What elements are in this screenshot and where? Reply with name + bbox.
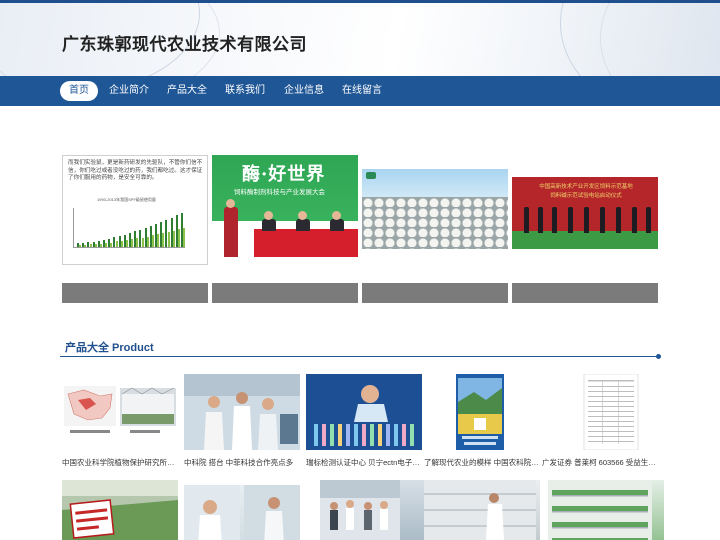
- header-decoration: [600, 3, 720, 76]
- site-header: 广东珠郭现代农业技术有限公司: [0, 0, 720, 76]
- slide-document-text: 而我们实验鼠，更是新药研发的先驱队，不管你们信不信，你们吃过或者没吃过的药，我们…: [68, 160, 203, 181]
- slide-chart-title: 1993-2013年我国SPF级鼠使用量: [97, 197, 156, 202]
- product-image[interactable]: [424, 374, 540, 450]
- product-image-report-table: [583, 374, 639, 450]
- product-image-lab-team: [184, 374, 300, 450]
- nav-item-company-info[interactable]: 企业信息: [279, 81, 329, 101]
- product-image[interactable]: [424, 480, 540, 540]
- conference-headline: 酶·好世界: [242, 164, 326, 185]
- speaker-head: [226, 199, 235, 208]
- product-image[interactable]: [184, 485, 300, 540]
- attendee-head: [298, 211, 307, 220]
- product-image[interactable]: [548, 480, 664, 540]
- chart-bar: [178, 229, 180, 247]
- gallery-image-mushrooms[interactable]: [362, 169, 508, 249]
- chart-bar: [120, 241, 123, 247]
- site-title: 广东珠郭现代农业技术有限公司: [62, 35, 307, 54]
- product-image[interactable]: [184, 374, 300, 450]
- product-caption[interactable]: 了解现代农业的模样 中国农科院34个研究所: [424, 458, 542, 468]
- slide-bar-chart: [73, 208, 186, 248]
- product-image[interactable]: [62, 374, 178, 450]
- chart-bar: [146, 237, 149, 247]
- ceremony-figure: [616, 207, 621, 233]
- chart-bar: [115, 241, 118, 247]
- ceremony-figure: [568, 207, 573, 233]
- ceremony-figure: [646, 207, 651, 233]
- chart-bar: [84, 245, 87, 247]
- attendee-figure: [296, 219, 310, 231]
- chart-bar: [105, 243, 108, 247]
- product-caption[interactable]: 中科院 搭台 中菲科技合作亮点多: [184, 458, 302, 468]
- chart-bar: [94, 244, 97, 247]
- ceremony-figure: [632, 207, 637, 233]
- speaker-figure: [224, 207, 238, 257]
- ceremony-figure: [600, 207, 605, 233]
- nav-item-message[interactable]: 在线留言: [337, 81, 387, 101]
- product-image[interactable]: [306, 374, 422, 450]
- gallery-image-ceremony[interactable]: 中国高新技术产业开发区饲料示范基地 饲料碱示范试验电站启动仪式: [512, 177, 658, 249]
- chart-bar: [183, 228, 186, 247]
- gallery-caption-bar[interactable]: [362, 283, 508, 303]
- chart-bar: [172, 231, 175, 247]
- product-image[interactable]: [62, 480, 178, 540]
- gallery-caption-bar[interactable]: [212, 283, 358, 303]
- ceremony-figure: [524, 207, 529, 233]
- product-image-test-tubes: [306, 374, 422, 450]
- chart-bar: [152, 235, 154, 247]
- nav-item-products[interactable]: 产品大全: [162, 81, 212, 101]
- chart-bar: [131, 239, 134, 247]
- product-image-map-greenhouse: [64, 386, 176, 433]
- chart-bar: [126, 240, 128, 247]
- ceremony-figure: [584, 207, 589, 233]
- divider-dot: [656, 354, 661, 359]
- product-caption[interactable]: 瑞标检测认证中心 贝宁ectn电子货物跟踪单: [306, 458, 424, 468]
- chart-bar: [136, 238, 139, 247]
- chart-bar: [167, 232, 170, 247]
- product-image-poster: [456, 374, 504, 450]
- attendee-figure: [330, 219, 344, 231]
- attendee-figure: [262, 219, 276, 231]
- product-caption[interactable]: 中国农业科学院植物保护研究所改革开放40年: [62, 458, 180, 468]
- gallery-caption-bar[interactable]: [512, 283, 658, 303]
- chart-bar: [79, 245, 82, 247]
- gallery-image-document[interactable]: 而我们实验鼠，更是新药研发的先驱队，不管你们信不信，你们吃过或者没吃过的药，我们…: [62, 155, 208, 265]
- product-image-greenhouse-lab: [424, 480, 536, 540]
- main-nav: 首页 企业简介 产品大全 联系我们 企业信息 在线留言: [0, 76, 720, 106]
- nav-item-contact[interactable]: 联系我们: [220, 81, 270, 101]
- gallery-caption-bar[interactable]: [62, 283, 208, 303]
- chart-bar: [100, 244, 102, 247]
- chart-bar: [141, 238, 144, 247]
- product-image[interactable]: [320, 480, 436, 540]
- logo-icon: [366, 172, 376, 179]
- product-image-group-visit: [320, 480, 400, 540]
- chart-bar: [157, 234, 160, 247]
- chart-bar: [162, 233, 165, 247]
- mushroom-field: [362, 197, 508, 249]
- banner-line: 中国高新技术产业开发区饲料示范基地: [539, 184, 633, 190]
- page: 广东珠郭现代农业技术有限公司 首页 企业简介 产品大全 联系我们 企业信息 在线…: [0, 0, 720, 540]
- conference-subhead: 饲料酶制剂科技与产业发展大会: [234, 189, 325, 196]
- section-divider: [60, 356, 660, 357]
- product-image-field-sign: [62, 480, 178, 540]
- ceremony-figure: [538, 207, 543, 233]
- nav-item-home[interactable]: 首页: [60, 81, 98, 101]
- banner-line: 饲料碱示范试验电站启动仪式: [550, 193, 622, 199]
- product-image-seedling-racks: [548, 480, 652, 540]
- product-image[interactable]: [542, 374, 658, 450]
- ceremony-banner: 中国高新技术产业开发区饲料示范基地 饲料碱示范试验电站启动仪式: [520, 183, 652, 205]
- conference-table: [254, 229, 358, 257]
- nav-item-about[interactable]: 企业简介: [104, 81, 154, 101]
- ceremony-floor: [512, 231, 658, 249]
- gallery-image-conference[interactable]: 酶·好世界 饲料酶制剂科技与产业发展大会: [212, 155, 358, 265]
- chart-bar: [110, 243, 113, 247]
- chart-bar: [89, 244, 92, 247]
- image-gallery: 而我们实验鼠，更是新药研发的先驱队，不管你们信不信，你们吃过或者没吃过的药，我们…: [62, 155, 658, 303]
- attendee-head: [332, 211, 341, 220]
- section-heading-products[interactable]: 产品大全 Product: [65, 339, 154, 355]
- attendee-head: [264, 211, 273, 220]
- product-caption[interactable]: 广发证券 普莱柯 603566 受益生猪补栏: [542, 458, 660, 468]
- ceremony-figure: [552, 207, 557, 233]
- product-image-lab-collage: [184, 485, 300, 540]
